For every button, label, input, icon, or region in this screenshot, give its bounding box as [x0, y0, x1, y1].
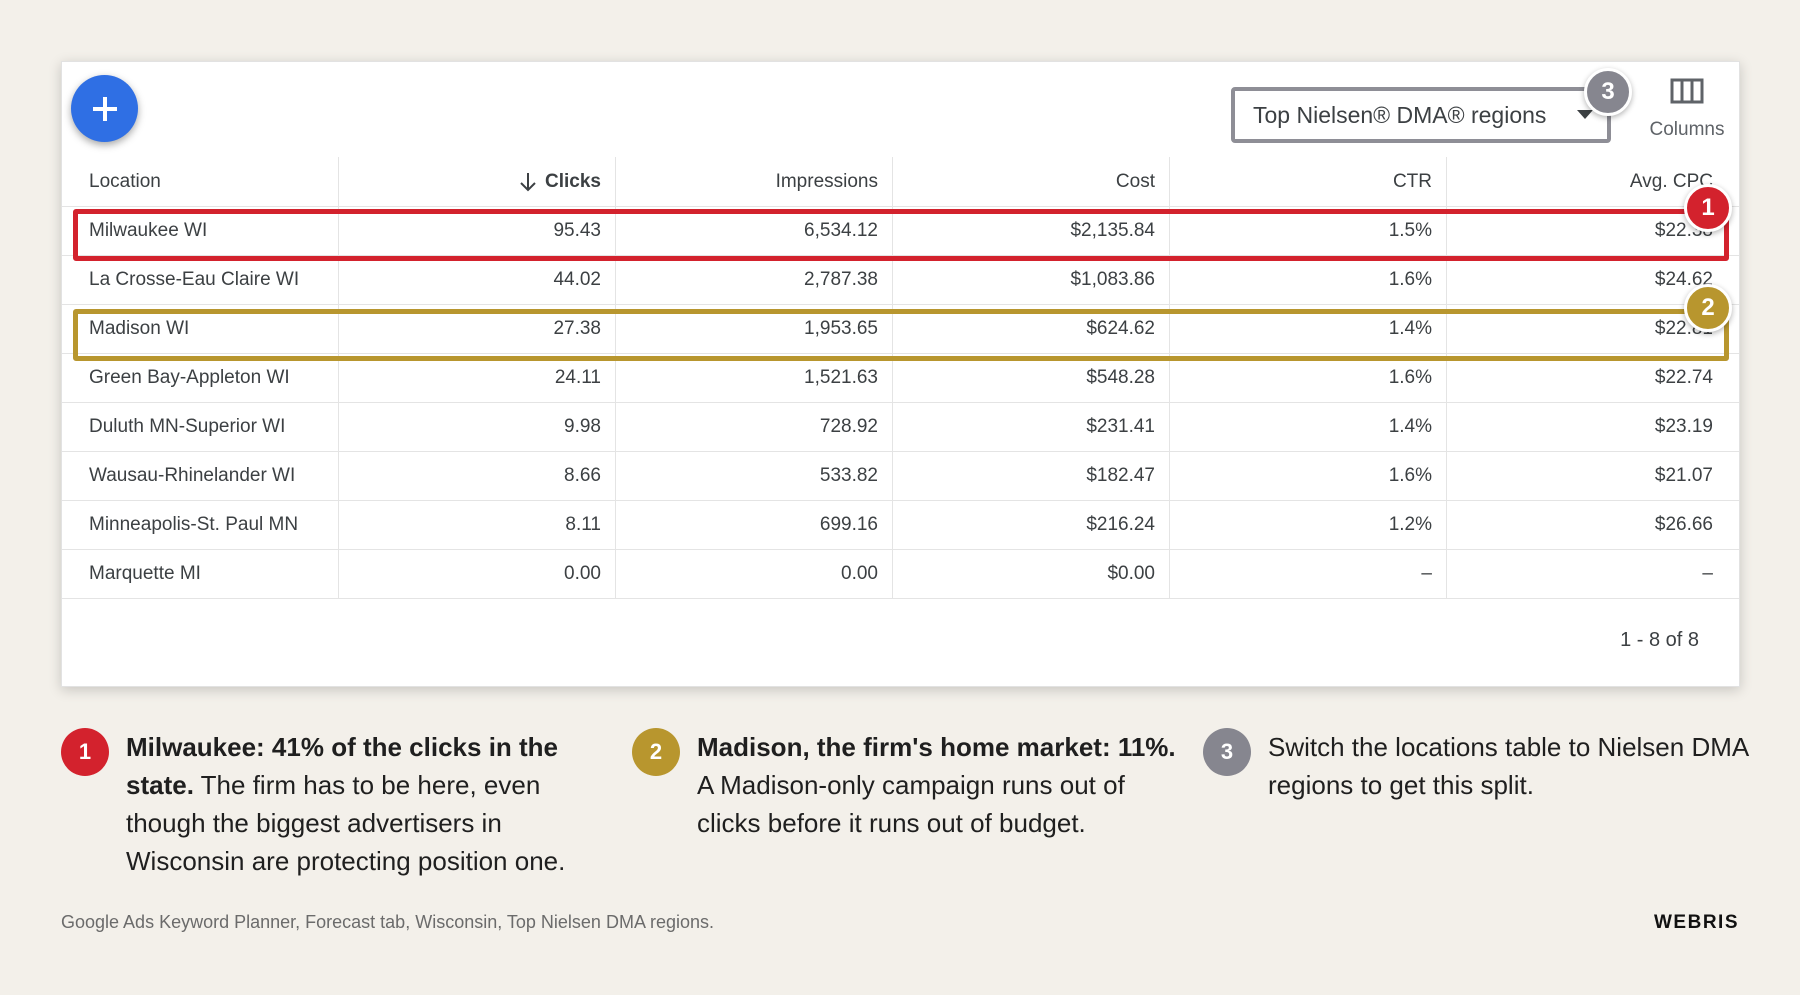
header-location[interactable]: Location	[62, 157, 339, 206]
note-2-headline: Madison, the firm's home market: 11%.	[697, 732, 1176, 762]
cell-location: Green Bay-Appleton WI	[62, 354, 339, 402]
cell-clicks: 0.00	[339, 550, 616, 598]
callout-badge-1: 1	[1684, 184, 1732, 232]
table-row[interactable]: La Crosse-Eau Claire WI 44.02 2,787.38 $1,0…	[62, 256, 1739, 305]
cell-location: Wausau-Rhinelander WI	[62, 452, 339, 500]
columns-button[interactable]: Columns	[1632, 78, 1742, 150]
cell-impressions: 0.00	[616, 550, 893, 598]
cell-cost: $182.47	[893, 452, 1170, 500]
cell-clicks: 8.66	[339, 452, 616, 500]
cell-clicks: 24.11	[339, 354, 616, 402]
header-impressions[interactable]: Impressions	[616, 157, 893, 206]
note-2-text: A Madison-only campaign runs out of clic…	[697, 770, 1125, 838]
note-3-text: Switch the locations table to Nielsen DM…	[1268, 732, 1748, 800]
note-2-badge: 2	[632, 728, 680, 776]
sort-arrow-down-icon	[520, 172, 536, 191]
plus-icon	[92, 96, 117, 121]
cell-cost: $1,083.86	[893, 256, 1170, 304]
table-row[interactable]: Green Bay-Appleton WI 24.11 1,521.63 $548.2…	[62, 354, 1739, 403]
brand-logo: WEBRIS	[1654, 912, 1739, 933]
cell-clicks: 27.38	[339, 305, 616, 353]
cell-ctr: 1.5%	[1170, 207, 1447, 255]
callout-badge-2: 2	[1684, 284, 1732, 332]
cell-avg-cpc: $21.07	[1654, 465, 1713, 486]
header-clicks-label: Clicks	[545, 170, 601, 192]
cell-impressions: 1,521.63	[616, 354, 893, 402]
pagination-label: 1 - 8 of 8	[1620, 629, 1699, 651]
cell-ctr: 1.6%	[1170, 452, 1447, 500]
cell-avg-cpc: $22.74	[1654, 367, 1713, 388]
cell-location: La Crosse-Eau Claire WI	[62, 256, 339, 304]
table-header: Location Clicks Impressions Cost CTR Avg…	[62, 157, 1739, 207]
columns-icon	[1670, 78, 1704, 104]
source-caption: Google Ads Keyword Planner, Forecast tab…	[61, 912, 714, 932]
cell-location: Duluth MN-Superior WI	[62, 403, 339, 451]
cell-location: Madison WI	[62, 305, 339, 353]
cell-impressions: 699.16	[616, 501, 893, 549]
cell-ctr: 1.6%	[1170, 354, 1447, 402]
columns-label: Columns	[1649, 119, 1725, 140]
cell-clicks: 95.43	[339, 207, 616, 255]
cell-impressions: 1,953.65	[616, 305, 893, 353]
cell-cost: $624.62	[893, 305, 1170, 353]
cell-clicks: 9.98	[339, 403, 616, 451]
region-type-label: Top Nielsen® DMA® regions	[1253, 101, 1547, 128]
cell-location: Minneapolis-St. Paul MN	[62, 501, 339, 549]
note-3: 3 Switch the locations table to Nielsen …	[1203, 728, 1748, 804]
cell-cost: $2,135.84	[893, 207, 1170, 255]
caret-down-icon	[1577, 110, 1593, 119]
header-clicks[interactable]: Clicks	[339, 157, 616, 206]
callout-badge-3: 3	[1584, 68, 1632, 116]
cell-location: Marquette MI	[62, 550, 339, 598]
note-1: 1 Milwaukee: 41% of the clicks in the st…	[61, 728, 606, 880]
note-2: 2 Madison, the firm's home market: 11%. …	[632, 728, 1177, 842]
cell-ctr: 1.4%	[1170, 305, 1447, 353]
table-row[interactable]: Milwaukee WI 95.43 6,534.12 $2,135.84 1.5% $2…	[62, 207, 1739, 256]
cell-location: Milwaukee WI	[62, 207, 339, 255]
cell-cost: $548.28	[893, 354, 1170, 402]
cell-cost: $231.41	[893, 403, 1170, 451]
cell-impressions: 6,534.12	[616, 207, 893, 255]
cell-ctr: 1.4%	[1170, 403, 1447, 451]
cell-impressions: 728.92	[616, 403, 893, 451]
cell-avg-cpc: –	[1702, 563, 1713, 584]
header-ctr[interactable]: CTR	[1170, 157, 1447, 206]
table-row[interactable]: Minneapolis-St. Paul MN 8.11 699.16 $216.24…	[62, 501, 1739, 550]
keyword-planner-screenshot: Top Nielsen® DMA® regions Columns Locati…	[61, 61, 1740, 687]
note-3-badge: 3	[1203, 728, 1251, 776]
cell-clicks: 44.02	[339, 256, 616, 304]
cell-cost: $0.00	[893, 550, 1170, 598]
locations-table: Location Clicks Impressions Cost CTR Avg…	[62, 157, 1739, 599]
note-1-badge: 1	[61, 728, 109, 776]
cell-ctr: –	[1170, 550, 1447, 598]
cell-clicks: 8.11	[339, 501, 616, 549]
cell-ctr: 1.6%	[1170, 256, 1447, 304]
cell-avg-cpc: $23.19	[1654, 416, 1713, 437]
region-type-dropdown[interactable]: Top Nielsen® DMA® regions	[1231, 87, 1611, 143]
cell-cost: $216.24	[893, 501, 1170, 549]
table-row[interactable]: Wausau-Rhinelander WI 8.66 533.82 $182.47 1.…	[62, 452, 1739, 501]
cell-impressions: 533.82	[616, 452, 893, 500]
table-row[interactable]: Marquette MI 0.00 0.00 $0.00– –	[62, 550, 1739, 599]
cell-impressions: 2,787.38	[616, 256, 893, 304]
add-button[interactable]	[71, 75, 138, 142]
table-row[interactable]: Madison WI 27.38 1,953.65 $624.62 1.4% $22.81	[62, 305, 1739, 354]
header-cost[interactable]: Cost	[893, 157, 1170, 206]
cell-avg-cpc: $26.66	[1654, 514, 1713, 535]
cell-ctr: 1.2%	[1170, 501, 1447, 549]
table-row[interactable]: Duluth MN-Superior WI 9.98 728.92 $231.41 1.…	[62, 403, 1739, 452]
